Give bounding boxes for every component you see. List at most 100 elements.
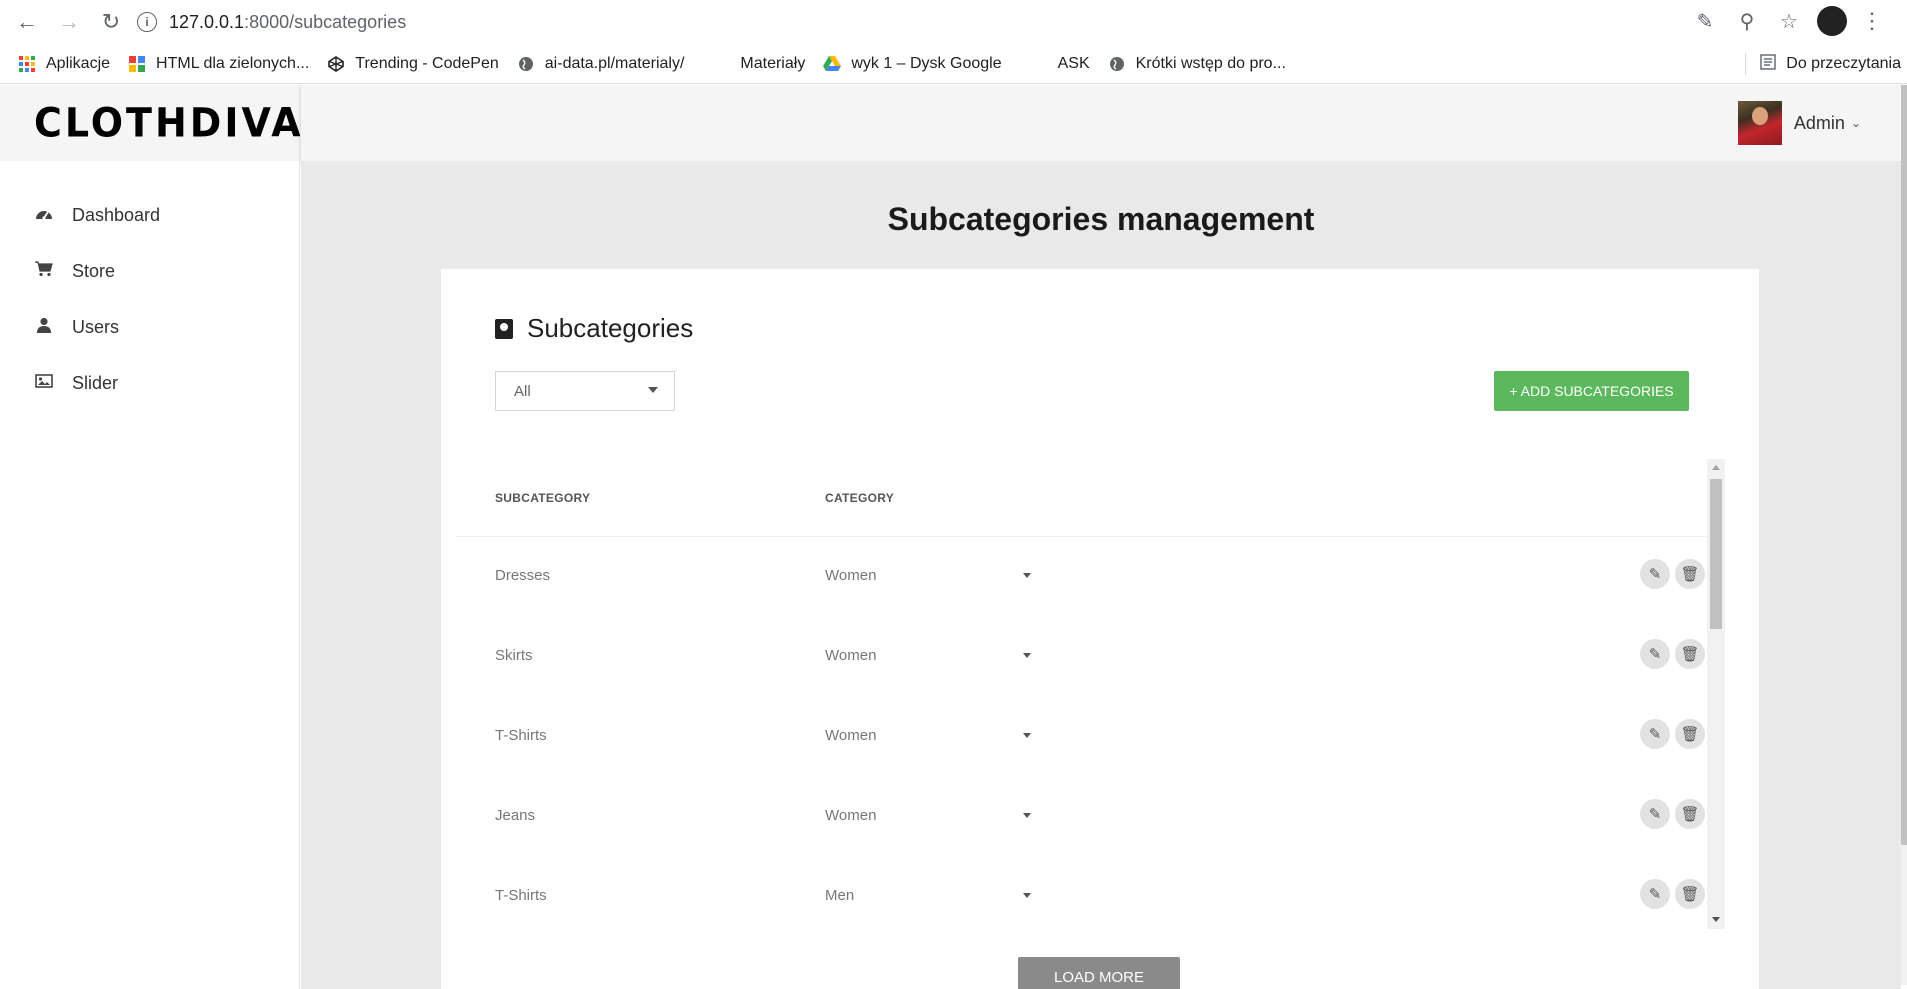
subcategories-card: Subcategories All + ADD SUBCATEGORIES SU… [441, 269, 1759, 989]
bookmark-label: Krótki wstęp do pro... [1135, 54, 1286, 72]
caret-down-icon[interactable] [1023, 573, 1031, 578]
category-filter-select[interactable]: All [495, 371, 675, 411]
profile-avatar[interactable] [1817, 6, 1847, 36]
dashboard-icon [34, 206, 54, 225]
admin-menu[interactable]: Admin ⌄ [1737, 101, 1861, 145]
sidebar-item-store[interactable]: Store [34, 261, 115, 282]
category-select[interactable]: Men [825, 887, 854, 904]
bookmark-materialy[interactable]: Materiały [712, 55, 805, 73]
delete-button[interactable]: 🗑 [1675, 639, 1705, 669]
bookmark-krotki[interactable]: Krótki wstęp do pro... [1108, 55, 1286, 73]
column-header-subcategory: SUBCATEGORY [495, 491, 591, 505]
main-content: Subcategories management Subcategories A… [301, 161, 1901, 989]
sidebar-item-slider[interactable]: Slider [34, 373, 118, 394]
reading-list-icon [1760, 53, 1776, 75]
table-scrollbar[interactable] [1707, 459, 1725, 929]
category-select[interactable]: Women [825, 647, 876, 664]
filter-selected-value: All [514, 382, 531, 400]
sidebar-item-label: Slider [72, 373, 119, 393]
bookmark-label: Materiały [740, 54, 806, 72]
card-header: Subcategories [495, 313, 693, 344]
table-row: Jeans Women ✎ 🗑 [457, 777, 1707, 857]
zoom-icon[interactable]: ⚲ [1733, 7, 1761, 35]
load-more-button[interactable]: LOAD MORE [1018, 957, 1180, 989]
forward-icon[interactable]: → [54, 7, 84, 37]
sidebar-item-dashboard[interactable]: Dashboard [34, 205, 160, 226]
category-select[interactable]: Women [825, 807, 876, 824]
bookmark-ai-data[interactable]: ai-data.pl/materialy/ [517, 54, 685, 73]
bookmark-label: ai-data.pl/materialy/ [544, 54, 685, 72]
bookmark-html[interactable]: HTML dla zielonych... [128, 55, 309, 73]
delete-button[interactable]: 🗑 [1675, 719, 1705, 749]
edit-button[interactable]: ✎ [1640, 799, 1670, 829]
sidebar-item-users[interactable]: Users [34, 317, 119, 338]
scroll-up-icon[interactable] [1712, 465, 1720, 470]
delete-button[interactable]: 🗑 [1675, 799, 1705, 829]
bookmarks-bar: Aplikacje HTML dla zielonych... Trending… [0, 44, 1907, 84]
menu-icon[interactable]: ⋮ [1861, 8, 1883, 34]
delete-button[interactable]: 🗑 [1675, 559, 1705, 589]
delete-button[interactable]: 🗑 [1675, 879, 1705, 909]
bookmark-ask[interactable]: ASK [1030, 55, 1090, 73]
bookmark-codepen[interactable]: Trending - CodePen [327, 55, 499, 73]
bookmark-label: ASK [1057, 54, 1090, 72]
scrollbar-thumb[interactable] [1901, 85, 1907, 845]
caret-down-icon [648, 387, 658, 393]
edit-button[interactable]: ✎ [1640, 719, 1670, 749]
bookmark-apps[interactable]: Aplikacje [18, 55, 110, 73]
reading-list[interactable]: Do przeczytania [1745, 44, 1901, 84]
sidebar-item-label: Dashboard [72, 205, 161, 225]
admin-name: Admin [1793, 112, 1845, 133]
star-icon[interactable]: ☆ [1775, 7, 1803, 35]
subcategory-cell: T-Shirts [495, 887, 547, 904]
table-row: T-Shirts Women ✎ 🗑 [457, 697, 1707, 777]
top-bar: Admin ⌄ [300, 85, 1901, 161]
url-text[interactable]: 127.0.0.1:8000/subcategories [169, 12, 406, 33]
caret-down-icon[interactable] [1023, 893, 1031, 898]
subcategory-cell: Dresses [495, 567, 551, 584]
subcategories-table: SUBCATEGORY CATEGORY Dresses Women ✎ 🗑 S… [457, 459, 1723, 929]
edit-button[interactable]: ✎ [1640, 639, 1670, 669]
divider [1745, 53, 1747, 75]
address-bar[interactable]: i 127.0.0.1:8000/subcategories [137, 6, 1697, 38]
browser-toolbar: ← → ↻ i 127.0.0.1:8000/subcategories ✎ ⚲… [0, 0, 1907, 44]
table-row: Dresses Women ✎ 🗑 [457, 537, 1707, 617]
html-site-icon [128, 55, 146, 73]
column-header-category: CATEGORY [825, 491, 895, 505]
add-subcategories-button[interactable]: + ADD SUBCATEGORIES [1494, 371, 1689, 411]
google-drive-icon [823, 55, 842, 73]
sidebar-item-label: Store [72, 261, 116, 281]
subcategory-cell: Jeans [495, 807, 536, 824]
bookmark-label: wyk 1 – Dysk Google [851, 54, 1002, 72]
apps-grid-icon [18, 55, 36, 73]
scroll-down-icon[interactable] [1712, 917, 1720, 922]
subcategory-cell: T-Shirts [495, 727, 547, 744]
contact-card-icon [495, 318, 513, 339]
reload-icon[interactable]: ↻ [96, 7, 126, 37]
caret-down-icon[interactable] [1023, 653, 1031, 658]
caret-down-icon[interactable] [1023, 733, 1031, 738]
edit-button[interactable]: ✎ [1640, 559, 1670, 589]
category-select[interactable]: Women [825, 727, 876, 744]
subcategory-cell: Skirts [495, 647, 533, 664]
bookmark-drive[interactable]: wyk 1 – Dysk Google [823, 54, 1002, 73]
globe-icon [517, 55, 535, 73]
blank-icon [1030, 55, 1048, 73]
category-select[interactable]: Women [825, 567, 876, 584]
caret-down-icon[interactable] [1023, 813, 1031, 818]
image-icon [34, 374, 54, 393]
card-title: Subcategories [527, 313, 694, 343]
logo-area[interactable]: CLOTHDIVA [0, 85, 301, 161]
sidebar-item-label: Users [72, 317, 120, 337]
avatar [1737, 101, 1782, 145]
page-title: Subcategories management [887, 201, 1315, 237]
page-scrollbar[interactable] [1901, 85, 1907, 985]
translate-icon[interactable]: ✎ [1691, 7, 1719, 35]
back-icon[interactable]: ← [12, 7, 42, 37]
scrollbar-thumb[interactable] [1710, 479, 1722, 629]
edit-button[interactable]: ✎ [1640, 879, 1670, 909]
bookmark-label: Aplikacje [46, 54, 111, 72]
site-info-icon[interactable]: i [137, 12, 157, 32]
codepen-icon [327, 55, 345, 73]
globe-icon [1108, 55, 1126, 73]
